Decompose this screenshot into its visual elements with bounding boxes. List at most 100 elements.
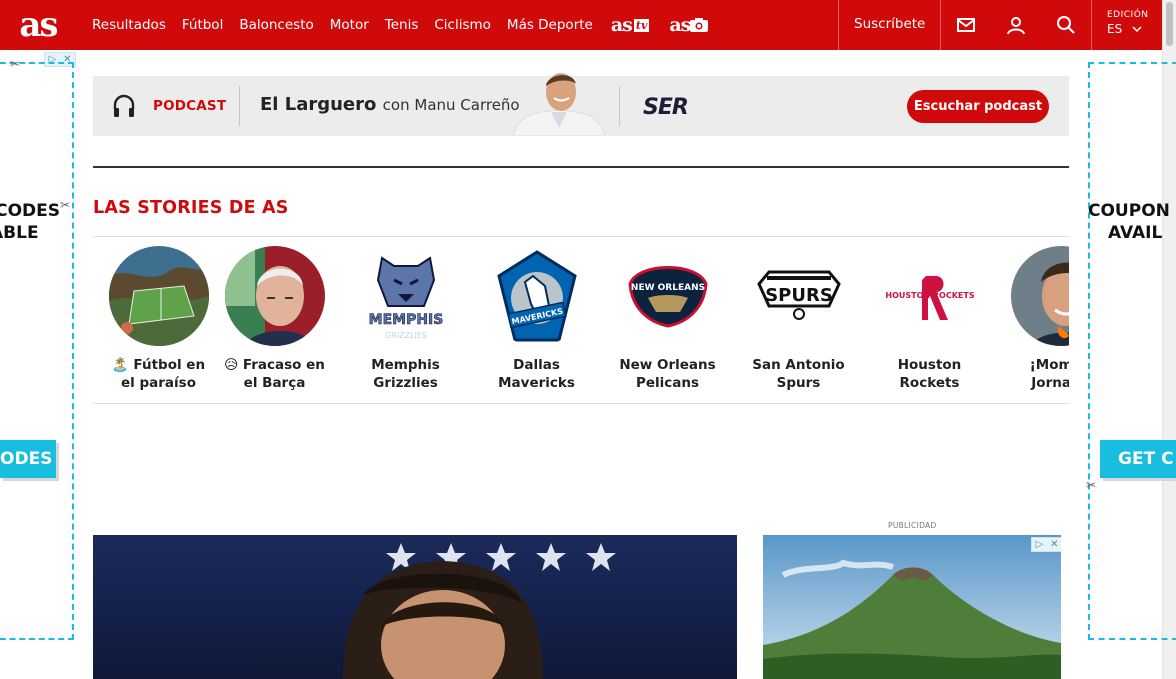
ad-label: PUBLICIDAD — [888, 521, 937, 530]
edition-label: EDICIÓN — [1107, 10, 1149, 20]
search-icon[interactable] — [1055, 14, 1077, 36]
svg-text:GRIZZLIES: GRIZZLIES — [384, 331, 426, 340]
divider — [1091, 0, 1092, 50]
stories-carousel: 🏝️ Fútbol en el paraíso 😥 Fracaso en el Ba… — [93, 246, 1069, 396]
story-item[interactable]: ¡Momen Jornada — [995, 246, 1069, 392]
left-ad-line1: CODES — [0, 201, 60, 221]
right-ad-text: COUPON AVAIL — [1088, 200, 1170, 244]
rockets-logo: HOUSTON ROCKETS — [879, 246, 980, 346]
left-ad-button-label: ODES — [0, 449, 53, 469]
podcast-banner[interactable]: PODCAST El Larguero con Manu Carreño SER… — [93, 73, 1069, 136]
story-caption-line1: Dallas — [513, 357, 560, 373]
portrait-photo — [1010, 246, 1069, 346]
volcano-ad-image — [763, 535, 1061, 679]
story-caption: New Orleans Pelicans — [602, 356, 733, 392]
stadium-photo — [108, 246, 209, 346]
scrollbar-thumb[interactable] — [1166, 2, 1173, 46]
mavericks-logo: MAVERICKS — [486, 246, 587, 346]
scissor-icon: ✂ — [1086, 478, 1097, 492]
as-tv-wordmark: as — [610, 14, 633, 36]
camera-icon — [690, 18, 709, 32]
story-item[interactable]: 😥 Fracaso en el Barça — [209, 246, 340, 392]
story-item[interactable]: NEW ORLEANS New Orleans Pelicans — [602, 246, 733, 392]
story-caption-line1: ¡Momen — [1029, 357, 1069, 373]
divider — [619, 86, 620, 126]
scissor-icon: ✂ — [60, 198, 71, 212]
story-item[interactable]: SPURS San Antonio Spurs — [733, 246, 864, 392]
scissor-icon: ✂ — [10, 57, 21, 71]
nav-item-futbol[interactable]: Fútbol — [182, 17, 223, 33]
close-icon[interactable]: ✕ — [1050, 539, 1058, 550]
story-caption-line2: el Barça — [243, 375, 306, 391]
podcast-title: El Larguero — [260, 94, 377, 115]
logo-text-rockets: HOUSTON ROCKETS — [885, 291, 974, 300]
display-ad[interactable]: ▷ ✕ — [763, 535, 1061, 679]
as-photo-link[interactable]: as — [669, 14, 709, 36]
as-tv-link[interactable]: as tv — [611, 14, 650, 36]
story-caption-line2: Jornada — [1031, 375, 1069, 391]
right-ad-button-label: GET C — [1118, 449, 1174, 469]
story-caption-line2: Pelicans — [635, 375, 700, 391]
podcast-label: PODCAST — [153, 98, 227, 114]
nav-item-mas-deporte[interactable]: Más Deporte — [507, 17, 593, 33]
lead-photo — [343, 543, 616, 679]
section-divider — [93, 166, 1069, 168]
story-caption-line1: Houston — [897, 357, 962, 373]
story-item[interactable]: HOUSTON ROCKETS Houston Rockets — [864, 246, 995, 392]
story-caption-line1: Memphis — [371, 357, 440, 373]
divider — [239, 86, 240, 126]
chevron-down-icon — [1132, 26, 1142, 33]
mail-icon[interactable] — [955, 14, 977, 36]
top-navigation-bar: as Resultados Fútbol Baloncesto Motor Te… — [0, 0, 1162, 50]
main-nav: Resultados Fútbol Baloncesto Motor Tenis… — [76, 0, 718, 50]
podcast-subtitle: con Manu Carreño — [382, 96, 520, 114]
left-ad-line2: ABLE — [0, 223, 39, 243]
logo-text-pelicans: NEW ORLEANS — [630, 283, 704, 293]
story-caption-line2: el paraíso — [121, 375, 196, 391]
divider — [940, 0, 941, 50]
right-side-ad[interactable]: COUPON AVAIL GET C ✂ — [1086, 62, 1176, 640]
adchoices-badge[interactable]: ▷ ✕ — [1031, 537, 1061, 552]
right-ad-button[interactable]: GET C — [1100, 440, 1176, 478]
story-caption: Houston Rockets — [864, 356, 995, 392]
story-item[interactable]: MAVERICKS Dallas Mavericks — [471, 246, 602, 392]
story-item[interactable]: MEMPHIS GRIZZLIES Memphis Grizzlies — [340, 246, 471, 392]
nav-item-ciclismo[interactable]: Ciclismo — [434, 17, 491, 33]
story-caption: 🏝️ Fútbol en el paraíso — [93, 356, 224, 392]
grizzlies-logo: MEMPHIS GRIZZLIES — [355, 246, 456, 346]
right-ad-line2: AVAIL — [1108, 223, 1163, 243]
story-caption-line2: Grizzlies — [373, 375, 438, 391]
as-photo-wordmark: as — [669, 14, 691, 36]
divider — [93, 236, 1069, 237]
left-ad-text: CODES ABLE — [0, 200, 60, 244]
story-caption-line2: Spurs — [776, 375, 821, 391]
story-caption: San Antonio Spurs — [733, 356, 864, 392]
story-caption-line1: 😥 Fracaso en — [224, 357, 325, 373]
tv-tag: tv — [633, 18, 650, 32]
left-side-ad[interactable]: CODES ABLE ODES ✂ ✂ — [0, 57, 74, 640]
as-logo[interactable]: as — [0, 0, 76, 50]
story-item[interactable]: 🏝️ Fútbol en el paraíso — [93, 246, 224, 392]
nav-item-resultados[interactable]: Resultados — [92, 17, 166, 33]
lead-article-image[interactable] — [93, 535, 737, 679]
story-caption-line1: New Orleans — [619, 357, 716, 373]
user-icon[interactable] — [1005, 14, 1027, 36]
edition-selector[interactable]: EDICIÓN ES — [1107, 10, 1149, 36]
spurs-logo: SPURS — [748, 246, 849, 346]
nav-item-baloncesto[interactable]: Baloncesto — [239, 17, 313, 33]
logo-text-spurs: SPURS — [765, 285, 833, 306]
subscribe-link[interactable]: Suscríbete — [854, 16, 925, 32]
story-caption-line2: Rockets — [899, 375, 960, 391]
story-caption: Memphis Grizzlies — [340, 356, 471, 392]
left-ad-button[interactable]: ODES — [0, 440, 56, 478]
listen-podcast-button[interactable]: Escuchar podcast — [907, 90, 1049, 123]
story-caption-line2: Mavericks — [498, 375, 575, 391]
headphones-icon — [113, 94, 135, 117]
story-caption: 😥 Fracaso en el Barça — [209, 356, 340, 392]
nav-item-tenis[interactable]: Tenis — [385, 17, 419, 33]
adchoices-icon: ▷ — [1035, 539, 1044, 550]
story-caption-line1: San Antonio — [752, 357, 845, 373]
right-ad-line1: COUPON — [1088, 201, 1170, 221]
host-photo — [513, 73, 605, 136]
nav-item-motor[interactable]: Motor — [330, 17, 369, 33]
